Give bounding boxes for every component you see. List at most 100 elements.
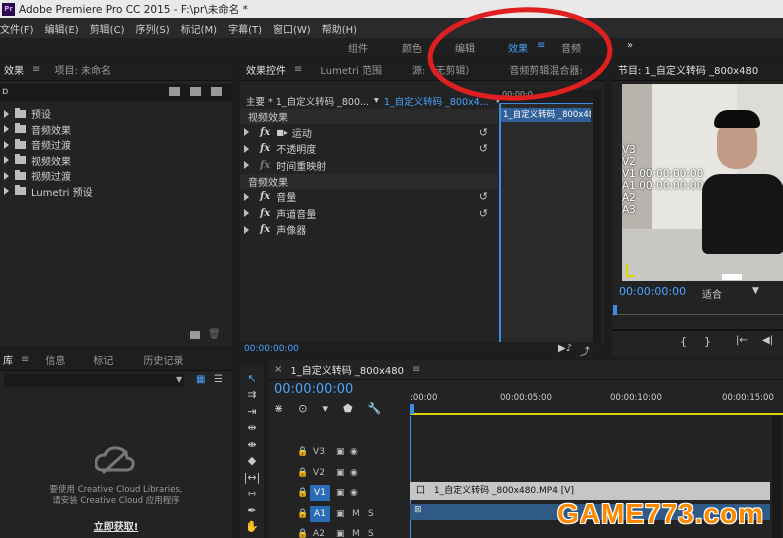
tab-effects[interactable]: 效果 <box>4 62 24 77</box>
timeline-ruler[interactable]: :00:00 00:00:05:00 00:00:10:00 00:00:15:… <box>410 388 783 416</box>
playhead-line[interactable] <box>499 104 501 342</box>
timeline-playhead[interactable] <box>410 404 414 414</box>
effect-row-time-remapping[interactable]: fx 时间重映射 <box>240 157 498 174</box>
lock-icon[interactable]: 🔒 <box>297 468 308 478</box>
panel-menu-icon[interactable]: ≡ <box>294 64 302 75</box>
fx-icon[interactable]: fx <box>260 143 270 154</box>
solo-button[interactable]: S <box>368 529 374 538</box>
menu-title[interactable]: 字幕(T) <box>228 21 262 36</box>
expand-triangle-icon[interactable] <box>4 109 9 118</box>
linked-selection-icon[interactable]: ⊙ <box>298 402 307 416</box>
solo-button[interactable]: S <box>368 509 374 519</box>
timeline-scrollbar[interactable] <box>772 416 781 538</box>
effect-row-motion[interactable]: fx ■▸ 运动 ↺ <box>240 124 498 141</box>
expand-triangle-icon[interactable] <box>244 144 249 153</box>
menu-clip[interactable]: 剪辑(C) <box>90 21 125 36</box>
mark-out-button[interactable]: } <box>704 335 711 348</box>
tab-info[interactable]: 信息 <box>45 352 65 367</box>
lock-icon[interactable]: 🔒 <box>297 447 308 457</box>
effect-controls-mini-timeline[interactable]: 00:00:0 1_自定义转码 _800x48 <box>499 90 593 342</box>
slip-tool-icon[interactable]: |↔| <box>243 470 261 484</box>
mute-button[interactable]: M <box>352 509 360 519</box>
video-preview[interactable]: V3 V2 V1 00:00:00:00 A1 00:00:00:00 A2 A… <box>622 84 783 281</box>
trash-icon[interactable]: 🗑 <box>208 329 221 340</box>
expand-triangle-icon[interactable] <box>4 125 9 134</box>
expand-triangle-icon[interactable] <box>244 209 249 218</box>
reset-icon[interactable]: ↺ <box>479 207 488 220</box>
tree-item-video-transitions[interactable]: 视频过渡 <box>0 168 232 184</box>
rolling-edit-tool-icon[interactable]: ⇹ <box>243 421 261 435</box>
effect-row-opacity[interactable]: fx 不透明度 ↺ <box>240 141 498 158</box>
selection-tool-icon[interactable]: ↖ <box>243 371 261 385</box>
fx-icon[interactable]: fx <box>260 127 270 138</box>
track-select-tool-icon[interactable]: ⇉ <box>243 388 261 402</box>
wrench-icon[interactable]: 🔧 <box>368 402 382 416</box>
tree-item-audio-transitions[interactable]: 音频过渡 <box>0 137 232 153</box>
track-label[interactable]: V3 <box>310 447 328 457</box>
32bit-effects-icon[interactable] <box>190 87 201 96</box>
search-icon[interactable]: ɒ <box>2 86 8 97</box>
tab-lumetri-scopes[interactable]: Lumetri 范围 <box>320 62 382 77</box>
export-frame-icon[interactable]: ⤴ <box>580 343 590 358</box>
timeline-timecode[interactable]: 00:00:00:00 <box>274 382 353 397</box>
track-label[interactable]: V1 <box>310 485 330 502</box>
slide-tool-icon[interactable]: ⇿ <box>243 487 261 501</box>
lock-icon[interactable]: 🔒 <box>297 488 308 498</box>
new-bin-icon[interactable] <box>190 331 200 339</box>
track-label[interactable]: V2 <box>310 468 328 478</box>
sync-lock-icon[interactable]: ▣ <box>336 488 345 498</box>
monitor-scrubber[interactable] <box>612 305 783 315</box>
sync-lock-icon[interactable]: ▣ <box>336 529 345 538</box>
expand-triangle-icon[interactable] <box>244 225 249 234</box>
menu-marker[interactable]: 标记(M) <box>181 21 217 36</box>
marker-icon[interactable]: ⬟ <box>343 402 353 416</box>
panel-menu-icon[interactable]: ≡ <box>412 364 420 375</box>
dropdown-triangle-icon[interactable]: ▾ <box>374 95 379 106</box>
rate-stretch-tool-icon[interactable]: ⇼ <box>243 437 261 451</box>
effect-controls-timecode[interactable]: 00:00:00:00 <box>244 344 299 354</box>
track-header-v2[interactable]: 🔒 V2 ▣ ◉ <box>268 463 410 484</box>
menu-window[interactable]: 窗口(W) <box>273 21 311 36</box>
tab-libraries[interactable]: 库 <box>3 352 13 367</box>
fx-icon[interactable]: fx <box>260 224 270 235</box>
sync-lock-icon[interactable]: ▣ <box>336 447 345 457</box>
master-clip-label[interactable]: 主要 * 1_自定义转码 _800... <box>246 94 369 108</box>
mini-clip-bar[interactable]: 1_自定义转码 _800x48 <box>501 108 591 122</box>
mute-button[interactable]: M <box>352 529 360 538</box>
go-to-in-button[interactable]: |← <box>736 335 748 346</box>
lock-icon[interactable]: 🔒 <box>297 509 308 519</box>
sync-lock-icon[interactable]: ▣ <box>336 468 345 478</box>
library-select[interactable] <box>4 374 184 387</box>
grid-view-icon[interactable]: ▦ <box>196 374 205 385</box>
expand-triangle-icon[interactable] <box>4 171 9 180</box>
timeline-sequence-tab[interactable]: 1_自定义转码 _800x480 <box>290 362 404 377</box>
program-monitor-title[interactable]: 节目: 1_自定义转码 _800x480 <box>618 62 758 77</box>
reset-icon[interactable]: ↺ <box>479 126 488 139</box>
expand-triangle-icon[interactable] <box>244 192 249 201</box>
effects-search-input[interactable] <box>14 86 154 99</box>
accelerated-effects-icon[interactable] <box>169 87 180 96</box>
reset-icon[interactable]: ↺ <box>479 142 488 155</box>
track-header-v3[interactable]: 🔒 V3 ▣ ◉ <box>268 442 410 463</box>
menu-help[interactable]: 帮助(H) <box>322 21 357 36</box>
tree-item-presets[interactable]: 预设 <box>0 106 232 122</box>
yuv-effects-icon[interactable] <box>211 87 222 96</box>
work-area-bar[interactable] <box>410 413 783 415</box>
track-header-a2[interactable]: 🔒 A2 ▣ M S <box>268 524 410 538</box>
menu-sequence[interactable]: 序列(S) <box>135 21 169 36</box>
step-back-button[interactable]: ◀| <box>762 335 773 346</box>
menu-edit[interactable]: 编辑(E) <box>45 21 79 36</box>
workspace-tab-assembly[interactable]: 组件 <box>348 40 368 55</box>
fit-dropdown-arrow-icon[interactable]: ▼ <box>752 286 759 296</box>
reset-icon[interactable]: ↺ <box>479 190 488 203</box>
tab-markers[interactable]: 标记 <box>93 352 113 367</box>
tree-item-video-effects[interactable]: 视频效果 <box>0 153 232 169</box>
ripple-edit-tool-icon[interactable]: ⇥ <box>243 404 261 418</box>
list-view-icon[interactable]: ☰ <box>214 374 223 385</box>
effect-row-panner[interactable]: fx 声像器 <box>240 222 498 239</box>
expand-triangle-icon[interactable] <box>244 161 249 170</box>
add-marker-icon[interactable]: ▾ <box>322 402 328 416</box>
effect-row-channel-volume[interactable]: fx 声道音量 ↺ <box>240 205 498 222</box>
library-dropdown-arrow-icon[interactable]: ▼ <box>176 375 182 384</box>
eye-icon[interactable]: ◉ <box>350 468 358 478</box>
